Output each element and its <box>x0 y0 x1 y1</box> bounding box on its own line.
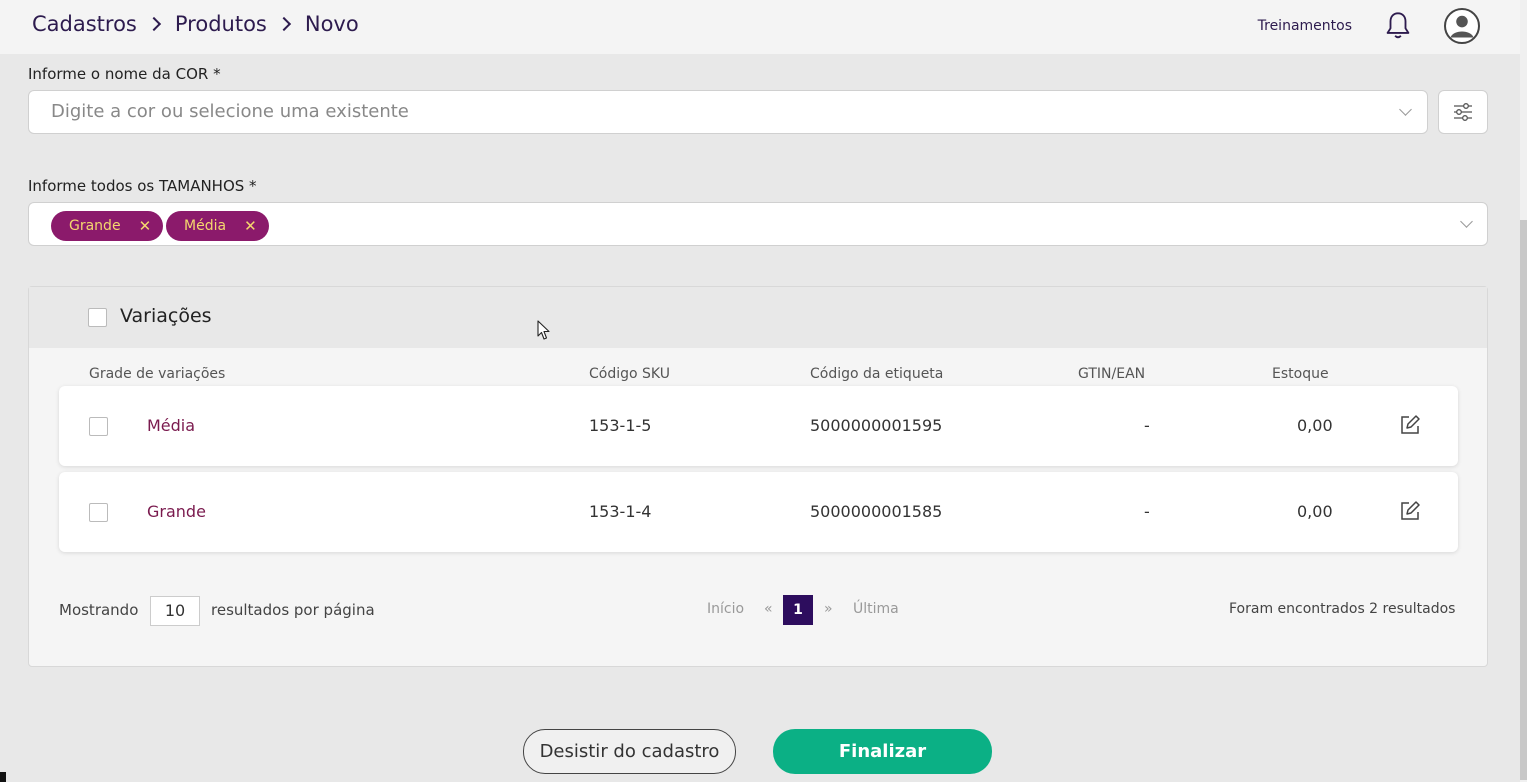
column-header-gtin: GTIN/EAN <box>1078 366 1146 382</box>
color-field-label: Informe o nome da COR * <box>28 65 221 83</box>
variation-label-code: 5000000001585 <box>810 502 943 521</box>
user-avatar-icon[interactable] <box>1444 8 1480 44</box>
breadcrumb-cadastros[interactable]: Cadastros <box>32 12 137 36</box>
top-bar: Cadastros Produtos Novo Treinamentos <box>0 0 1520 54</box>
scrollbar-thumb[interactable] <box>1520 220 1527 780</box>
column-header-grade: Grade de variações <box>89 366 226 382</box>
column-header-label-code: Código da etiqueta <box>810 366 944 382</box>
column-header-stock: Estoque <box>1272 366 1329 382</box>
color-input-placeholder: Digite a cor ou selecione uma existente <box>51 101 409 122</box>
variation-name: Média <box>147 416 196 435</box>
chevron-down-icon[interactable] <box>1399 103 1412 116</box>
window-corner <box>0 772 6 782</box>
select-all-checkbox[interactable] <box>88 308 107 327</box>
bell-icon[interactable] <box>1384 11 1412 41</box>
variations-title: Variações <box>120 305 212 327</box>
size-chip-media: Média ✕ <box>166 211 269 241</box>
variation-label-code: 5000000001595 <box>810 416 943 435</box>
variation-sku: 153-1-4 <box>589 502 652 521</box>
finish-button[interactable]: Finalizar <box>773 729 992 774</box>
sizes-multiselect[interactable]: Grande ✕ Média ✕ <box>28 202 1488 246</box>
size-chip-grande: Grande ✕ <box>51 211 164 241</box>
edit-icon[interactable] <box>1399 414 1421 436</box>
per-page-suffix: resultados por página <box>211 601 375 619</box>
variation-gtin: - <box>1144 502 1150 521</box>
pagination-current-page[interactable]: 1 <box>783 595 813 625</box>
breadcrumb-produtos[interactable]: Produtos <box>175 12 267 36</box>
row-checkbox[interactable] <box>89 503 108 522</box>
breadcrumb-novo: Novo <box>304 12 359 36</box>
color-input[interactable]: Digite a cor ou selecione uma existente <box>28 90 1428 134</box>
pagination-prev[interactable]: « <box>764 601 773 617</box>
variation-sku: 153-1-5 <box>589 416 652 435</box>
pagination-last[interactable]: Última <box>853 601 899 617</box>
variations-header: Variações <box>29 287 1487 348</box>
showing-label: Mostrando <box>59 601 139 619</box>
sizes-field-label: Informe todos os TAMANHOS * <box>28 177 257 195</box>
chevron-down-icon[interactable] <box>1460 215 1473 228</box>
chip-label: Média <box>184 218 227 234</box>
chevron-right-icon <box>146 16 161 32</box>
variations-panel: Variações Grade de variações Código SKU … <box>28 286 1488 667</box>
remove-chip-icon[interactable]: ✕ <box>244 217 257 235</box>
cancel-registration-button[interactable]: Desistir do cadastro <box>523 729 736 774</box>
per-page-input[interactable]: 10 <box>150 596 200 626</box>
table-row: Média 153-1-5 5000000001595 - 0,00 <box>59 386 1458 466</box>
row-checkbox[interactable] <box>89 417 108 436</box>
variation-name: Grande <box>147 502 206 521</box>
mouse-cursor-icon <box>537 320 550 340</box>
column-header-sku: Código SKU <box>589 366 670 382</box>
sliders-icon <box>1454 103 1472 121</box>
pagination-next[interactable]: » <box>824 601 833 617</box>
chip-label: Grande <box>69 218 121 234</box>
variation-stock: 0,00 <box>1297 502 1333 521</box>
remove-chip-icon[interactable]: ✕ <box>139 217 152 235</box>
variation-stock: 0,00 <box>1297 416 1333 435</box>
chevron-right-icon <box>276 16 291 32</box>
variation-gtin: - <box>1144 416 1150 435</box>
table-row: Grande 153-1-4 5000000001585 - 0,00 <box>59 472 1458 552</box>
pagination-first[interactable]: Início <box>707 601 744 617</box>
results-count: Foram encontrados 2 resultados <box>1229 601 1456 617</box>
edit-icon[interactable] <box>1399 500 1421 522</box>
trainings-link[interactable]: Treinamentos <box>1258 18 1352 34</box>
scrollbar[interactable] <box>1520 0 1527 782</box>
filter-settings-button[interactable] <box>1438 90 1488 134</box>
breadcrumb: Cadastros Produtos Novo <box>32 12 359 36</box>
